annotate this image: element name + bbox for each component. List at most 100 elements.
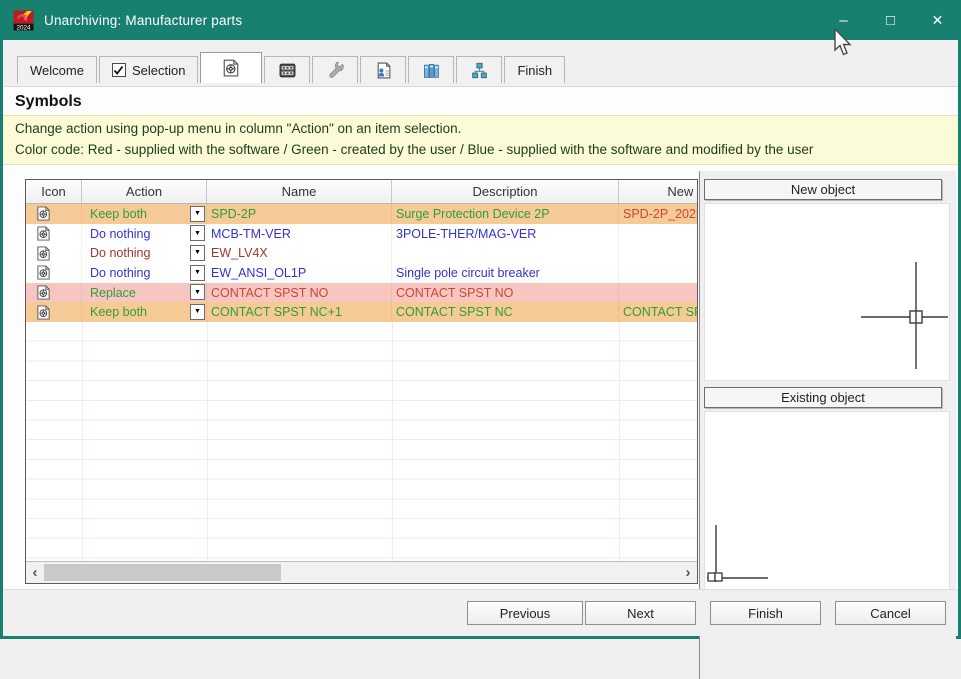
window-title: Unarchiving: Manufacturer parts: [44, 13, 242, 28]
description-cell: [392, 243, 619, 263]
new-name-cell: [619, 243, 698, 263]
new-name-cell: [619, 224, 698, 244]
row-symbol-icon-cell: [26, 243, 82, 263]
mouse-cursor: [833, 28, 855, 58]
existing-object-crosshair-graphic: [705, 412, 949, 590]
action-dropdown-button[interactable]: ▼: [190, 245, 205, 261]
empty-grid-area: [26, 322, 698, 561]
tab-selection-label: Selection: [132, 63, 185, 78]
description-cell: CONTACT SPST NO: [392, 283, 619, 303]
action-cell: Do nothing ▼: [82, 224, 207, 244]
name-cell: EW_ANSI_OL1P: [207, 263, 392, 283]
new-name-cell: [619, 283, 698, 303]
row-symbol-icon-cell: [26, 263, 82, 283]
dialog-footer: Previous Next Finish Cancel: [3, 589, 958, 636]
scroll-right-arrow[interactable]: ›: [679, 562, 697, 583]
action-value: Keep both: [90, 305, 147, 319]
new-name-cell: CONTACT SP: [619, 302, 698, 322]
table-header-row: Icon Action Name Description New name: [26, 180, 698, 204]
notice-line-1: Change action using pop-up menu in colum…: [15, 118, 946, 139]
tab-terminal-strips[interactable]: [264, 56, 310, 83]
symbols-table: Icon Action Name Description New name Ke…: [25, 179, 698, 584]
description-cell: 3POLE-THER/MAG-VER: [392, 224, 619, 244]
tab-finish-label: Finish: [517, 63, 552, 78]
symbol-page-icon: [36, 246, 51, 261]
action-dropdown-button[interactable]: ▼: [190, 265, 205, 281]
tab-symbols[interactable]: [200, 52, 262, 83]
horizontal-scrollbar[interactable]: ‹ ›: [26, 561, 697, 583]
action-value: Do nothing: [90, 227, 150, 241]
existing-object-preview: [704, 411, 950, 591]
app-logo-icon: 2024: [13, 10, 34, 31]
column-header-new-name[interactable]: New name: [619, 180, 698, 203]
symbol-page-icon: [36, 226, 51, 241]
tab-contacts[interactable]: [360, 56, 406, 83]
action-value: Do nothing: [90, 246, 150, 260]
table-row[interactable]: Replace ▼ CONTACT SPST NO CONTACT SPST NO: [26, 283, 698, 303]
action-dropdown-button[interactable]: ▼: [190, 304, 205, 320]
column-header-icon[interactable]: Icon: [26, 180, 82, 203]
contact-document-icon: [375, 62, 392, 79]
action-cell: Replace ▼: [82, 283, 207, 303]
close-button[interactable]: ✕: [914, 0, 961, 40]
name-cell: SPD-2P: [207, 204, 392, 224]
row-symbol-icon-cell: [26, 204, 82, 224]
maximize-button[interactable]: □: [867, 0, 914, 40]
existing-object-header: Existing object: [704, 387, 942, 408]
name-cell: MCB-TM-VER: [207, 224, 392, 244]
checkmark-icon: [113, 65, 124, 76]
action-cell: Keep both▼: [82, 204, 207, 224]
action-value: Do nothing: [90, 266, 150, 280]
symbol-page-icon: [36, 206, 51, 221]
new-name-cell: SPD-2P_2025: [619, 204, 698, 224]
action-cell: Keep both ▼: [82, 302, 207, 322]
next-button[interactable]: Next: [585, 601, 696, 625]
tab-selection[interactable]: Selection: [99, 56, 198, 83]
tab-welcome[interactable]: Welcome: [17, 56, 97, 83]
tab-catalog[interactable]: [408, 56, 454, 83]
table-row[interactable]: Keep both▼ CONTACT SPST NC+1 CONTACT SPS…: [26, 302, 698, 322]
action-dropdown-button[interactable]: ▼: [190, 284, 205, 300]
terminal-strip-icon: [279, 62, 296, 79]
selection-checkbox[interactable]: [112, 63, 126, 77]
symbol-page-icon: [36, 305, 51, 320]
scroll-left-arrow[interactable]: ‹: [26, 562, 44, 583]
table-row[interactable]: Do nothing▼ EW_ANSI_OL1P Single pole cir…: [26, 263, 698, 283]
page-title: Symbols: [3, 87, 958, 115]
symbol-page-icon: [36, 285, 51, 300]
row-symbol-icon-cell: [26, 302, 82, 322]
action-dropdown-button[interactable]: ▼: [190, 206, 205, 222]
finish-button[interactable]: Finish: [710, 601, 821, 625]
previous-button[interactable]: Previous: [467, 601, 583, 625]
wizard-tab-strip: Welcome Selection: [3, 40, 958, 87]
name-cell: EW_LV4X: [207, 243, 392, 263]
action-value: Replace: [90, 286, 136, 300]
action-dropdown-button[interactable]: ▼: [190, 225, 205, 241]
new-object-crosshair-graphic: [705, 204, 949, 380]
tab-settings[interactable]: [312, 56, 358, 83]
row-symbol-icon-cell: [26, 283, 82, 303]
name-cell: CONTACT SPST NO: [207, 283, 392, 303]
new-object-header: New object: [704, 179, 942, 200]
tab-structure[interactable]: [456, 56, 502, 83]
dialog-window: 2024 Unarchiving: Manufacturer parts – □…: [0, 0, 961, 639]
table-row[interactable]: Do nothing ▼ MCB-TM-VER 3POLE-THER/MAG-VE…: [26, 224, 698, 244]
new-object-preview: [704, 203, 950, 381]
column-header-name[interactable]: Name: [207, 180, 392, 203]
tab-welcome-label: Welcome: [30, 63, 84, 78]
column-header-action[interactable]: Action: [82, 180, 207, 203]
notice-line-2: Color code: Red - supplied with the soft…: [15, 139, 946, 160]
title-bar: 2024 Unarchiving: Manufacturer parts – □…: [0, 0, 961, 40]
scrollbar-thumb[interactable]: [44, 564, 281, 581]
tab-finish[interactable]: Finish: [504, 56, 565, 83]
cancel-button[interactable]: Cancel: [835, 601, 946, 625]
table-row[interactable]: Do nothing ▼ EW_LV4X: [26, 243, 698, 263]
column-header-description[interactable]: Description: [392, 180, 619, 203]
catalog-books-icon: [423, 62, 440, 79]
app-logo-year: 2024: [16, 24, 31, 30]
wizard-page: Symbols Change action using pop-up menu …: [3, 87, 958, 591]
name-cell: CONTACT SPST NC+1: [207, 302, 392, 322]
symbol-page-icon: [36, 265, 51, 280]
new-name-cell: [619, 263, 698, 283]
table-row[interactable]: Keep both▼ SPD-2P Surge Protection Devic…: [26, 204, 698, 224]
